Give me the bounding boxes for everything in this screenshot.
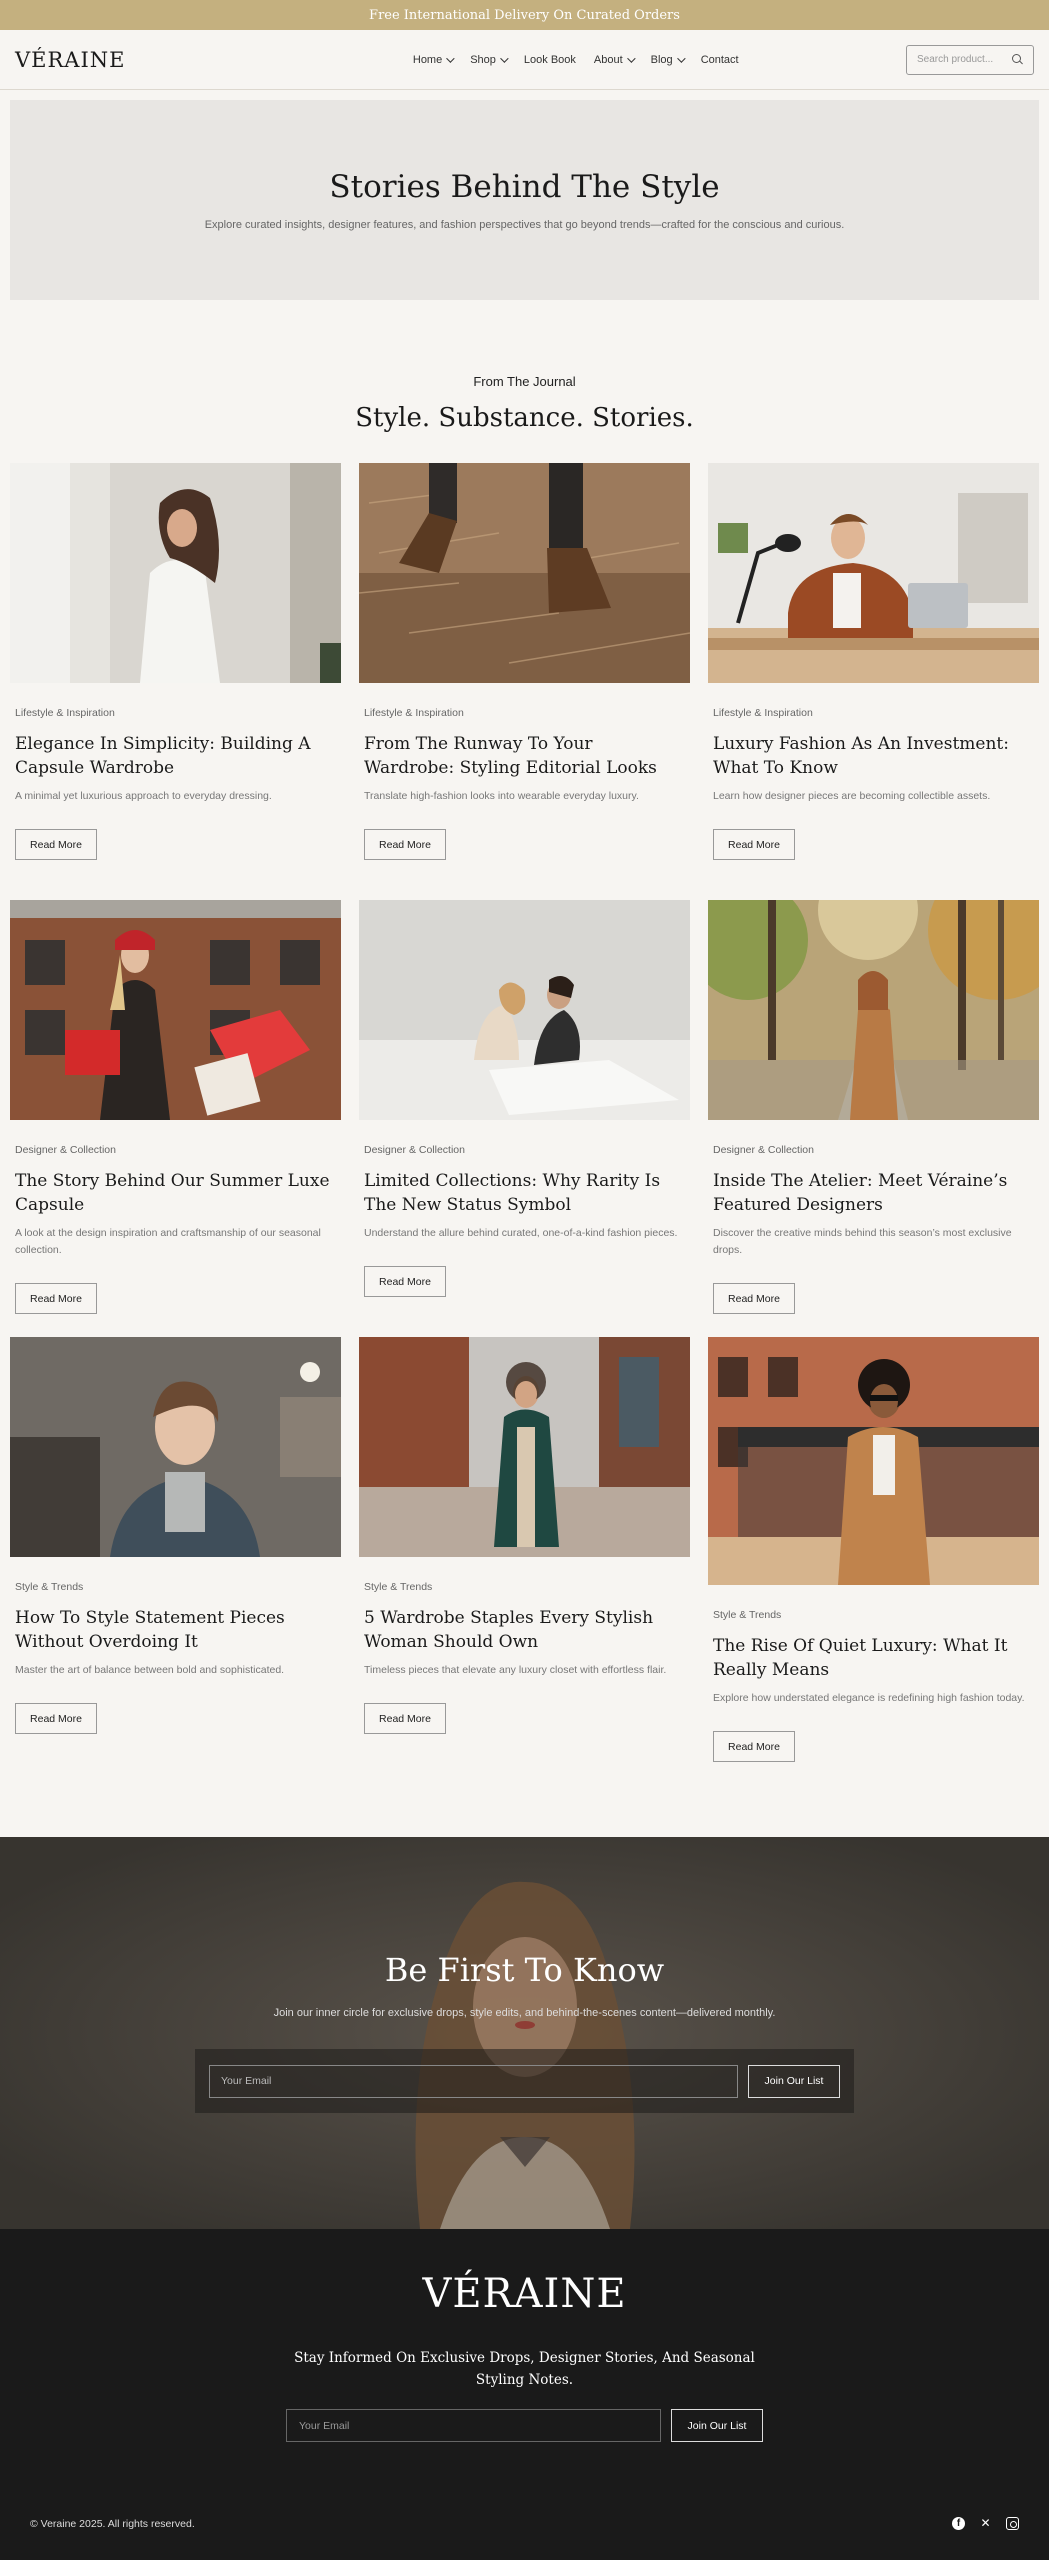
chevron-down-icon: [446, 53, 455, 63]
nav-home[interactable]: Home: [413, 53, 455, 66]
announcement-bar: Free International Delivery On Curated O…: [0, 0, 1049, 30]
read-more-button[interactable]: Read More: [364, 1703, 446, 1734]
x-icon[interactable]: ✕: [979, 2517, 992, 2530]
newsletter-join-button[interactable]: Join Our List: [748, 2064, 840, 2098]
post-title[interactable]: Luxury Fashion As An Investment: What To…: [713, 732, 1034, 780]
journal-title: Style. Substance. Stories.: [355, 403, 694, 433]
post-image-woman-white-curtain[interactable]: [10, 463, 341, 683]
facebook-icon[interactable]: f: [952, 2517, 965, 2530]
nav-contact[interactable]: Contact: [701, 54, 739, 66]
post-excerpt: Learn how designer pieces are becoming c…: [713, 790, 991, 802]
post-category: Lifestyle & Inspiration: [364, 707, 464, 719]
read-more-button[interactable]: Read More: [713, 829, 795, 860]
post-image-man-camel-coat[interactable]: [708, 1337, 1039, 1585]
footer-newsletter-form: Your Email Join Our List: [0, 2409, 1049, 2442]
journal-section: From The Journal Style. Substance. Stori…: [0, 374, 1049, 1774]
read-more-button[interactable]: Read More: [364, 829, 446, 860]
footer-email-input[interactable]: Your Email: [286, 2409, 661, 2442]
read-more-button[interactable]: Read More: [713, 1283, 795, 1314]
post-image-shopping-bags[interactable]: [10, 900, 341, 1120]
post-category: Style & Trends: [713, 1609, 782, 1621]
site-header: VÉRAINE Home Shop Look Book About Blog C…: [0, 30, 1049, 90]
blog-card: Designer & Collection The Story Behind O…: [10, 900, 341, 1337]
newsletter-subtitle: Join our inner circle for exclusive drop…: [273, 2007, 776, 2019]
post-image-man-at-desk[interactable]: [708, 463, 1039, 683]
post-title[interactable]: Limited Collections: Why Rarity Is The N…: [364, 1169, 685, 1217]
post-excerpt: Discover the creative minds behind this …: [713, 1227, 1012, 1256]
post-title[interactable]: From The Runway To Your Wardrobe: Stylin…: [364, 732, 685, 780]
hero-banner: Stories Behind The Style Explore curated…: [10, 100, 1039, 300]
chevron-down-icon: [500, 53, 509, 63]
post-image-woman-city-street[interactable]: [359, 1337, 690, 1557]
blog-card: Style & Trends 5 Wardrobe Staples Every …: [359, 1337, 690, 1774]
read-more-button[interactable]: Read More: [15, 829, 97, 860]
main-nav: Home Shop Look Book About Blog Contact: [413, 54, 739, 66]
nav-shop[interactable]: Shop: [470, 53, 509, 66]
search-icon[interactable]: [1012, 54, 1023, 65]
read-more-button[interactable]: Read More: [713, 1731, 795, 1762]
post-excerpt: Explore how understated elegance is rede…: [713, 1692, 1025, 1704]
post-image-woman-blazer-portrait[interactable]: [10, 1337, 341, 1557]
post-title[interactable]: The Rise Of Quiet Luxury: What It Really…: [713, 1634, 1034, 1682]
site-footer: VÉRAINE Stay Informed On Exclusive Drops…: [0, 2229, 1049, 2560]
blog-card: Lifestyle & Inspiration From The Runway …: [359, 463, 690, 900]
footer-logo[interactable]: VÉRAINE: [0, 2271, 1049, 2317]
post-title[interactable]: Elegance In Simplicity: Building A Capsu…: [15, 732, 336, 780]
instagram-icon[interactable]: [1006, 2517, 1019, 2530]
chevron-down-icon: [676, 53, 686, 63]
copyright-text: © Veraine 2025. All rights reserved.: [30, 2517, 195, 2530]
post-title[interactable]: The Story Behind Our Summer Luxe Capsule: [15, 1169, 336, 1217]
site-logo[interactable]: VÉRAINE: [15, 48, 125, 72]
blog-card: Lifestyle & Inspiration Elegance In Simp…: [10, 463, 341, 900]
post-category: Lifestyle & Inspiration: [713, 707, 813, 719]
newsletter-email-input[interactable]: Your Email: [209, 2064, 738, 2098]
newsletter-title: Be First To Know: [384, 1951, 665, 1989]
post-category: Style & Trends: [15, 1581, 84, 1593]
search-placeholder: Search product...: [917, 54, 994, 65]
announcement-text: Free International Delivery On Curated O…: [369, 7, 680, 23]
nav-about[interactable]: About: [594, 53, 636, 66]
blog-card: Lifestyle & Inspiration Luxury Fashion A…: [708, 463, 1039, 900]
nav-look-book[interactable]: Look Book: [524, 54, 576, 66]
post-excerpt: Understand the allure behind curated, on…: [364, 1227, 678, 1239]
hero-subtitle: Explore curated insights, designer featu…: [204, 219, 845, 231]
blog-card: Designer & Collection Limited Collection…: [359, 900, 690, 1337]
post-image-autumn-park[interactable]: [708, 900, 1039, 1120]
post-title[interactable]: Inside The Atelier: Meet Véraine’s Featu…: [713, 1169, 1034, 1217]
post-excerpt: Master the art of balance between bold a…: [15, 1664, 285, 1676]
post-excerpt: A look at the design inspiration and cra…: [15, 1227, 321, 1256]
post-excerpt: Translate high-fashion looks into wearab…: [364, 790, 639, 802]
journal-eyebrow: From The Journal: [473, 374, 576, 389]
read-more-button[interactable]: Read More: [364, 1266, 446, 1297]
blog-card: Style & Trends How To Style Statement Pi…: [10, 1337, 341, 1774]
footer-join-button[interactable]: Join Our List: [671, 2409, 763, 2442]
post-excerpt: A minimal yet luxurious approach to ever…: [15, 790, 272, 802]
newsletter-section: Be First To Know Join our inner circle f…: [0, 1837, 1049, 2229]
nav-blog[interactable]: Blog: [651, 53, 686, 66]
footer-tagline: Stay Informed On Exclusive Drops, Design…: [294, 2350, 755, 2388]
read-more-button[interactable]: Read More: [15, 1703, 97, 1734]
post-category: Lifestyle & Inspiration: [15, 707, 115, 719]
post-title[interactable]: How To Style Statement Pieces Without Ov…: [15, 1606, 336, 1654]
newsletter-form: Your Email Join Our List: [195, 2049, 854, 2113]
read-more-button[interactable]: Read More: [15, 1283, 97, 1314]
chevron-down-icon: [626, 53, 636, 63]
search-input[interactable]: Search product...: [906, 44, 1034, 75]
post-image-photoshoot-studio[interactable]: [359, 900, 690, 1120]
post-excerpt: Timeless pieces that elevate any luxury …: [364, 1664, 667, 1676]
blog-card: Style & Trends The Rise Of Quiet Luxury:…: [708, 1337, 1039, 1774]
post-title[interactable]: 5 Wardrobe Staples Every Stylish Woman S…: [364, 1606, 685, 1654]
hero-title: Stories Behind The Style: [329, 169, 720, 205]
post-category: Designer & Collection: [713, 1144, 814, 1156]
social-links: f ✕: [952, 2517, 1019, 2530]
blog-grid: Lifestyle & Inspiration Elegance In Simp…: [0, 463, 1049, 1774]
post-category: Designer & Collection: [15, 1144, 116, 1156]
blog-card: Designer & Collection Inside The Atelier…: [708, 900, 1039, 1337]
post-category: Designer & Collection: [364, 1144, 465, 1156]
post-image-boots-on-straw[interactable]: [359, 463, 690, 683]
post-category: Style & Trends: [364, 1581, 433, 1593]
